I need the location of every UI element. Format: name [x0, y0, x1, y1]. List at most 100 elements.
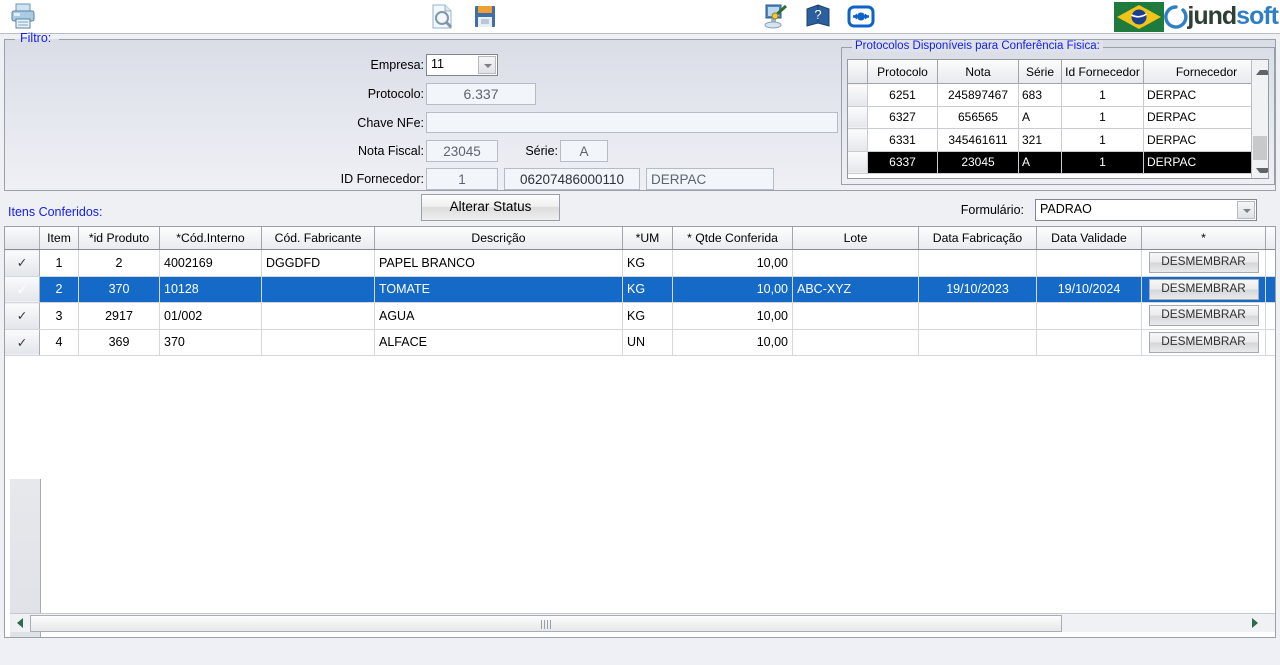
cell-cod-interno: 4002169 [159, 249, 262, 277]
formulario-label: Formulário: [960, 203, 1024, 217]
id-fornecedor-input[interactable]: 1 [426, 168, 498, 190]
nota-fiscal-input[interactable]: 23045 [426, 140, 498, 162]
grid-horizontal-scrollbar[interactable] [10, 613, 1275, 632]
cell-cod-interno: 370 [159, 329, 262, 356]
protocolo-input[interactable]: 6.337 [426, 83, 536, 105]
table-row[interactable]: ✓ 1 2 4002169 DGGDFD PAPEL BRANCO KG 10,… [5, 249, 1275, 277]
chave-nfe-input[interactable] [426, 112, 838, 133]
scroll-down-arrow-icon[interactable] [1252, 162, 1268, 178]
cell-data-validade [1036, 329, 1142, 356]
svg-text:?: ? [814, 7, 821, 22]
empresa-combo[interactable]: 11 [426, 54, 498, 76]
table-row[interactable]: ✓ 3 2917 01/002 AGUA KG 10,00 DESMEMBRAR [5, 302, 1275, 330]
row-handle[interactable] [848, 83, 868, 107]
protocolos-row[interactable]: 6331 345461611 321 1 DERPAC [848, 128, 1268, 152]
protocolos-col-id-fornecedor[interactable]: Id Fornecedor [1061, 60, 1144, 84]
cell-id-fornecedor: 1 [1061, 83, 1144, 107]
cell-nota: 245897467 [937, 83, 1019, 107]
itens-table: Item *id Produto *Cód.Interno Cód. Fabri… [5, 227, 1275, 356]
protocolos-row-selected[interactable]: 6337 23045 A 1 DERPAC [848, 151, 1268, 174]
col-data-fabricacao[interactable]: Data Fabricação [918, 227, 1037, 250]
itens-body: ✓ 1 2 4002169 DGGDFD PAPEL BRANCO KG 10,… [5, 249, 1275, 356]
cell-cod-fabricante [261, 329, 375, 356]
cell-acao: DESMEMBRAR [1141, 276, 1266, 303]
col-lote[interactable]: Lote [792, 227, 919, 250]
help-book-icon[interactable]: ? [803, 2, 833, 31]
scroll-left-arrow-icon[interactable] [13, 615, 28, 630]
cell-nota: 23045 [937, 151, 1019, 174]
protocolos-col-serie[interactable]: Série [1018, 60, 1062, 84]
row-check-icon[interactable]: ✓ [5, 249, 40, 277]
cell-cod-interno: 01/002 [159, 302, 262, 330]
cell-um: UN [622, 329, 673, 356]
row-handle[interactable] [848, 106, 868, 129]
desmembrar-button[interactable]: DESMEMBRAR [1148, 252, 1259, 274]
itens-header-row: Item *id Produto *Cód.Interno Cód. Fabri… [5, 227, 1275, 250]
cnpj-fornecedor-input[interactable]: 06207486000110 [504, 168, 640, 190]
chevron-down-icon[interactable] [478, 56, 496, 74]
nome-fornecedor-input[interactable]: DERPAC [646, 168, 774, 190]
cell-acao: DESMEMBRAR [1141, 249, 1266, 277]
col-data-validade[interactable]: Data Validade [1036, 227, 1142, 250]
brand-mark-icon [1164, 4, 1188, 29]
cell-serie: 321 [1018, 128, 1062, 152]
serie-input[interactable]: A [560, 140, 608, 162]
desmembrar-button[interactable]: DESMEMBRAR [1148, 278, 1259, 300]
chevron-down-icon[interactable] [1237, 201, 1255, 219]
row-check-icon[interactable]: ✓ [5, 302, 40, 330]
scroll-thumb-horizontal[interactable] [30, 615, 1062, 632]
protocolos-row[interactable]: 6327 656565 A 1 DERPAC [848, 106, 1268, 129]
col-cod-interno[interactable]: *Cód.Interno [159, 227, 262, 250]
table-row-selected[interactable]: ✓ 2 370 10128 TOMATE KG 10,00 ABC-XYZ 19… [5, 276, 1275, 303]
col-um[interactable]: *UM [622, 227, 673, 250]
cell-id-fornecedor: 1 [1061, 128, 1144, 152]
filter-group-legend: Filtro: [20, 31, 52, 45]
col-qtde-conferida[interactable]: * Qtde Conferida [672, 227, 793, 250]
row-handle[interactable] [848, 128, 868, 152]
protocolos-vertical-scrollbar[interactable] [1251, 60, 1268, 178]
protocolos-col-nota[interactable]: Nota [937, 60, 1019, 84]
row-check-icon[interactable]: ✓ [5, 276, 40, 303]
col-descricao[interactable]: Descrição [374, 227, 623, 250]
row-handle[interactable] [848, 151, 868, 174]
alterar-status-button[interactable]: Alterar Status [421, 194, 560, 221]
scroll-up-arrow-icon[interactable] [1252, 60, 1268, 76]
cell-id-fornecedor: 1 [1061, 151, 1144, 174]
cell-item: 4 [39, 329, 79, 356]
col-extra[interactable] [1265, 227, 1275, 250]
cell-protocolo: 6251 [867, 83, 938, 107]
protocolos-col-protocolo[interactable]: Protocolo [867, 60, 938, 84]
desmembrar-button[interactable]: DESMEMBRAR [1148, 305, 1259, 327]
print-icon[interactable] [8, 2, 38, 31]
col-acao[interactable]: * [1141, 227, 1266, 250]
desmembrar-button[interactable]: DESMEMBRAR [1148, 331, 1259, 353]
col-cod-fabricante[interactable]: Cód. Fabricante [261, 227, 375, 250]
protocolos-group: Protocolos Disponíveis para Conferência … [841, 40, 1275, 185]
protocolos-row[interactable]: 6251 245897467 683 1 DERPAC [848, 83, 1268, 107]
jundsoft-logo: jund soft [1114, 1, 1279, 32]
col-item[interactable]: Item [39, 227, 79, 250]
cell-acao: DESMEMBRAR [1141, 329, 1266, 356]
cell-nota: 656565 [937, 106, 1019, 129]
config-tools-icon[interactable] [761, 2, 791, 31]
cell-data-validade: 19/10/2024 [1036, 276, 1142, 303]
cell-data-validade [1036, 302, 1142, 330]
table-row[interactable]: ✓ 4 369 370 ALFACE UN 10,00 DESMEMBRAR [5, 329, 1275, 356]
cell-descricao: TOMATE [374, 276, 623, 303]
col-id-produto[interactable]: *id Produto [78, 227, 160, 250]
cell-data-fabricacao: 19/10/2023 [918, 276, 1037, 303]
scroll-right-arrow-icon[interactable] [1249, 615, 1264, 630]
scroll-grip-icon [541, 620, 552, 629]
cell-id-fornecedor: 1 [1061, 106, 1144, 129]
empresa-label: Empresa: [370, 58, 425, 72]
scroll-thumb[interactable] [1253, 136, 1267, 160]
resize-arrows-icon[interactable] [846, 2, 876, 31]
save-floppy-icon[interactable] [470, 2, 500, 31]
cell-lote [792, 329, 919, 356]
serie-label: Série: [525, 144, 558, 158]
itens-grid: Item *id Produto *Cód.Interno Cód. Fabri… [4, 226, 1276, 638]
preview-search-icon[interactable] [427, 2, 457, 31]
formulario-combo[interactable]: PADRAO [1035, 199, 1257, 221]
row-check-icon[interactable]: ✓ [5, 329, 40, 356]
protocolos-table: Protocolo Nota Série Id Fornecedor Forne… [848, 60, 1268, 174]
